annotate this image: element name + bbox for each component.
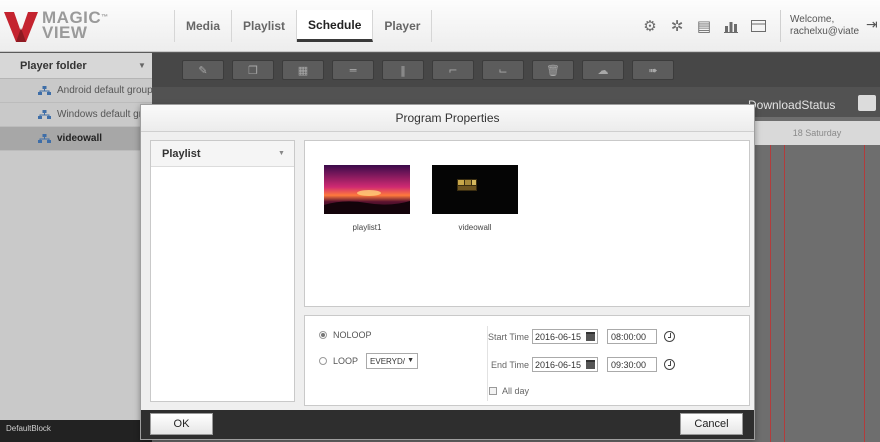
main-nav: Media Playlist Schedule Player	[174, 10, 433, 42]
end-time-field[interactable]: 09:30:00	[607, 357, 657, 372]
group-network-icon	[38, 109, 51, 119]
sidebar-item-windows-group[interactable]: Windows default gro	[0, 103, 152, 127]
group-network-icon	[38, 133, 51, 143]
playlist1-thumbnail[interactable]	[324, 165, 410, 214]
sidebar: Player folder ▼ Android default group Wi…	[0, 53, 152, 442]
copy-button[interactable]: ❐	[232, 60, 274, 80]
playlist-panel: Playlist ▼	[150, 140, 295, 402]
align-center-icon: ═	[349, 63, 357, 77]
screen-icon[interactable]	[748, 16, 768, 36]
brand-logo[interactable]: MAGIC™ VIEW	[4, 8, 124, 44]
noloop-option[interactable]: NOLOOP	[319, 330, 372, 340]
clock-icon[interactable]	[664, 359, 675, 370]
tab-player[interactable]: Player	[373, 10, 433, 42]
paste-icon: ▦	[297, 63, 309, 77]
dialog-title: Program Properties	[141, 105, 754, 132]
start-time-field[interactable]: 08:00:00	[607, 329, 657, 344]
clipboard-icon[interactable]: ▤	[694, 16, 714, 36]
thumbnail-label: videowall	[458, 223, 492, 232]
edit-button[interactable]: ✎	[182, 60, 224, 80]
copy-icon: ❐	[248, 63, 258, 77]
all-day-option[interactable]: All day	[489, 386, 529, 396]
logout-icon[interactable]: ⇥	[866, 17, 878, 33]
align-top-button[interactable]: ⌐	[432, 60, 474, 80]
default-block-label: DefaultBlock	[6, 424, 51, 433]
day-column-header: 18 Saturday	[754, 121, 880, 145]
playlist-type-select[interactable]: Playlist ▼	[151, 141, 294, 167]
cancel-button[interactable]: Cancel	[680, 413, 743, 435]
forward-button[interactable]: ➠	[632, 60, 674, 80]
thumbnail-label: playlist1	[352, 223, 382, 232]
align-top-icon: ⌐	[448, 63, 458, 77]
noloop-radio[interactable]	[319, 331, 327, 339]
delete-button[interactable]: 🗑	[532, 60, 574, 80]
grid-line	[784, 145, 785, 442]
chevron-down-icon: ▼	[278, 150, 285, 157]
align-bottom-icon: ⌙	[498, 63, 508, 77]
start-time-label: Start Time	[487, 332, 529, 342]
program-properties-dialog: Program Properties Playlist ▼ playlist1	[140, 104, 755, 440]
calendar-icon[interactable]	[586, 360, 595, 369]
delete-icon: 🗑	[546, 63, 560, 77]
sidebar-item-android-group[interactable]: Android default group	[0, 79, 152, 103]
loop-option[interactable]: LOOP EVERYD/ ▼	[319, 353, 419, 369]
ok-button[interactable]: OK	[150, 413, 213, 435]
start-date-field[interactable]: 2016-06-15	[532, 329, 598, 344]
dialog-footer: OK Cancel	[141, 410, 754, 439]
settings-gears-icon[interactable]: ⚙	[640, 16, 660, 36]
align-center-button[interactable]: ═	[332, 60, 374, 80]
gear-icon[interactable]: ✲	[667, 16, 687, 36]
upload-button[interactable]: ☁	[582, 60, 624, 80]
sidebar-item-videowall[interactable]: videowall	[0, 127, 152, 151]
all-day-checkbox[interactable]	[489, 387, 497, 395]
edit-icon: ✎	[198, 63, 208, 77]
download-status-button[interactable]	[858, 95, 876, 111]
loop-frequency-select[interactable]: EVERYD/ ▼	[366, 353, 419, 369]
top-bar: MAGIC™ VIEW Media Playlist Schedule Play…	[0, 0, 880, 52]
user-welcome: Welcome, rachelxu@viate	[790, 14, 860, 37]
align-bottom-button[interactable]: ⌙	[482, 60, 524, 80]
download-status-label[interactable]: DownloadStatus	[748, 98, 835, 112]
top-icon-group: ⚙ ✲ ▤	[640, 16, 768, 36]
cloud-upload-icon: ☁	[597, 63, 609, 77]
brand-name: MAGIC™ VIEW	[42, 8, 109, 42]
player-folder-header[interactable]: Player folder ▼	[0, 53, 152, 79]
calendar-icon[interactable]	[586, 332, 595, 341]
schedule-options-panel: NOLOOP LOOP EVERYD/ ▼ Start Time 2016-06…	[304, 315, 750, 406]
forward-icon: ➠	[648, 63, 658, 77]
clock-icon[interactable]	[664, 331, 675, 342]
end-time-label: End Time	[490, 360, 529, 370]
playlist-thumbnails-panel: playlist1 videowall	[304, 140, 750, 307]
videowall-thumbnail[interactable]	[432, 165, 518, 214]
grid-line	[864, 145, 865, 442]
tab-playlist[interactable]: Playlist	[232, 10, 298, 42]
tab-schedule[interactable]: Schedule	[297, 10, 374, 42]
end-date-field[interactable]: 2016-06-15	[532, 357, 598, 372]
paste-button[interactable]: ▦	[282, 60, 324, 80]
grid-line	[770, 145, 771, 442]
tab-media[interactable]: Media	[175, 10, 233, 42]
align-middle-icon: ‖	[400, 63, 406, 77]
align-middle-button[interactable]: ‖	[382, 60, 424, 80]
loop-radio[interactable]	[319, 357, 327, 365]
chevron-down-icon: ▼	[407, 357, 415, 364]
top-divider	[780, 10, 781, 42]
group-network-icon	[38, 85, 51, 95]
bar-chart-icon[interactable]	[721, 16, 741, 36]
chevron-down-icon: ▼	[138, 61, 146, 70]
schedule-toolbar: ✎ ❐ ▦ ═ ‖ ⌐ ⌙ 🗑 ☁ ➠	[152, 53, 880, 87]
magicview-v-logo	[4, 12, 38, 42]
